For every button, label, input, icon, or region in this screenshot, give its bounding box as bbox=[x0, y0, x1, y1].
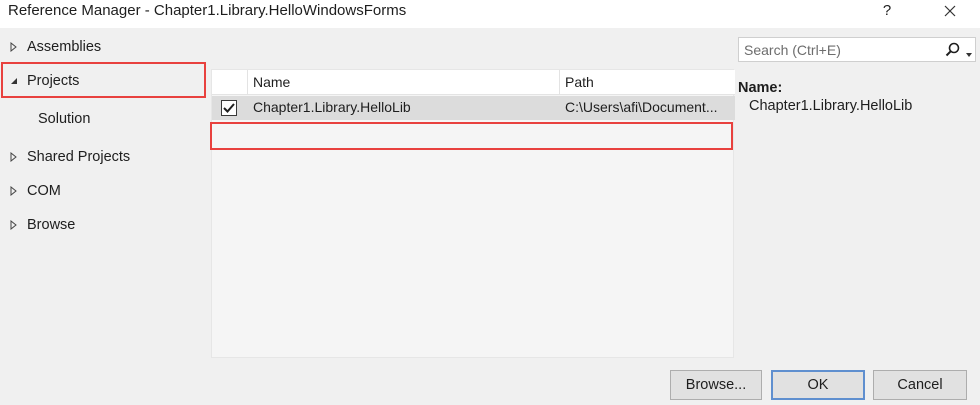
search-box bbox=[738, 37, 976, 62]
nav-item-label: Shared Projects bbox=[27, 149, 131, 165]
close-icon bbox=[944, 5, 956, 17]
ok-button[interactable]: OK bbox=[771, 370, 865, 400]
column-header-path[interactable]: Path bbox=[565, 74, 594, 90]
nav-item-label: Solution bbox=[38, 111, 91, 127]
search-input[interactable] bbox=[739, 38, 939, 61]
details-name-value: Chapter1.Library.HelloLib bbox=[749, 98, 913, 114]
nav-item-label: COM bbox=[27, 183, 61, 199]
help-button[interactable]: ? bbox=[876, 0, 898, 26]
nav-item-assemblies[interactable]: Assemblies bbox=[0, 30, 210, 64]
table-row[interactable]: Chapter1.Library.HelloLib C:\Users\afi\D… bbox=[212, 96, 735, 120]
expand-arrow-icon bbox=[10, 220, 20, 230]
details-panel: Name: Chapter1.Library.HelloLib bbox=[738, 80, 976, 114]
dialog-body: Assemblies Projects Solution Shared Proj… bbox=[0, 28, 980, 362]
grid-header: Name Path bbox=[212, 70, 735, 95]
expand-arrow-icon bbox=[10, 42, 20, 52]
row-name-cell: Chapter1.Library.HelloLib bbox=[253, 99, 411, 115]
column-separator bbox=[247, 70, 248, 95]
nav-item-label: Assemblies bbox=[27, 39, 102, 55]
nav-item-label: Projects bbox=[27, 73, 80, 89]
window-title: Reference Manager - Chapter1.Library.Hel… bbox=[8, 2, 407, 19]
reference-checkbox[interactable] bbox=[221, 100, 237, 116]
button-bar: Browse... OK Cancel bbox=[0, 362, 980, 405]
nav-item-projects[interactable]: Projects bbox=[0, 64, 210, 98]
collapse-arrow-icon bbox=[10, 76, 20, 86]
nav-item-label: Browse bbox=[27, 217, 76, 233]
nav-item-shared-projects[interactable]: Shared Projects bbox=[0, 140, 210, 174]
search-icon[interactable] bbox=[944, 41, 962, 59]
nav-item-browse[interactable]: Browse bbox=[0, 208, 210, 242]
checkmark-icon bbox=[223, 103, 235, 113]
chevron-down-icon[interactable] bbox=[964, 46, 974, 57]
close-button[interactable] bbox=[936, 0, 964, 26]
expand-arrow-icon bbox=[10, 152, 20, 162]
nav-item-solution[interactable]: Solution bbox=[0, 102, 210, 136]
category-nav: Assemblies Projects Solution Shared Proj… bbox=[0, 28, 210, 362]
references-grid: Name Path Chapter1.Library.HelloLib C:\U… bbox=[211, 69, 735, 358]
browse-button[interactable]: Browse... bbox=[670, 370, 762, 400]
column-separator[interactable] bbox=[559, 70, 560, 95]
expand-arrow-icon bbox=[10, 186, 20, 196]
nav-item-com[interactable]: COM bbox=[0, 174, 210, 208]
row-path-cell: C:\Users\afi\Document... bbox=[565, 99, 718, 115]
cancel-button[interactable]: Cancel bbox=[873, 370, 967, 400]
details-name-label: Name: bbox=[738, 80, 783, 96]
column-header-name[interactable]: Name bbox=[253, 74, 290, 90]
title-bar: Reference Manager - Chapter1.Library.Hel… bbox=[0, 0, 980, 28]
